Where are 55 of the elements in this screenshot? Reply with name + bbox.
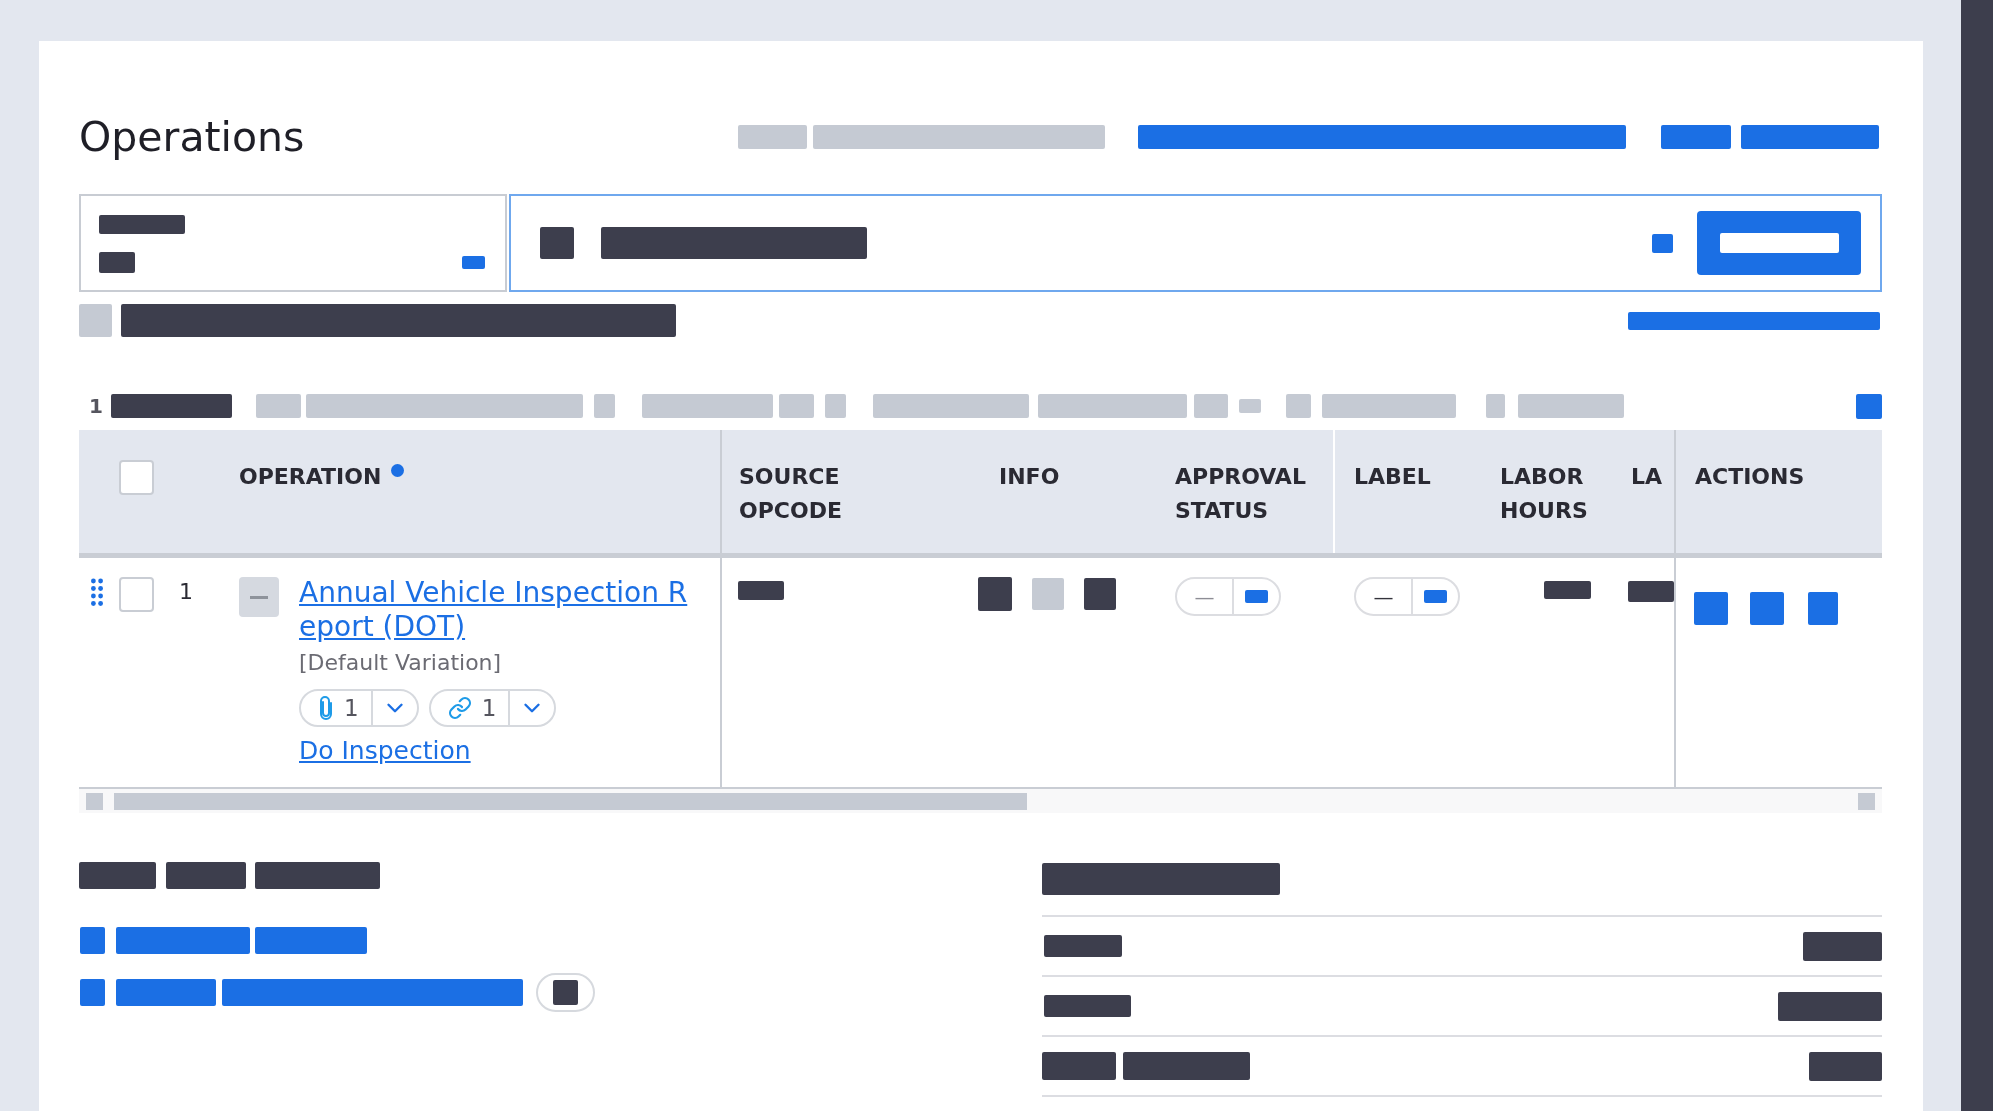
column-header: INFO	[999, 463, 1060, 491]
redacted-text	[738, 125, 807, 149]
redacted-text	[1285, 394, 1311, 418]
redacted-text	[1238, 399, 1261, 413]
minus-icon	[250, 595, 268, 599]
column-header: LABEL	[1354, 463, 1431, 491]
collapse-button[interactable]	[239, 577, 279, 617]
redacted-text	[978, 577, 1012, 611]
redacted-text	[593, 394, 615, 418]
redacted-text	[778, 394, 814, 418]
redacted-text	[540, 227, 574, 259]
row-number: 1	[179, 578, 193, 606]
column-header: OPERATION	[239, 463, 382, 491]
column-header: LA	[1631, 463, 1663, 491]
column-header: LABOR HOURS	[1500, 463, 1589, 525]
redacted-text	[1032, 578, 1064, 610]
redacted-text	[255, 394, 301, 418]
links-button[interactable]: 1	[430, 691, 511, 725]
status-value: —	[1177, 579, 1234, 614]
redacted-text	[99, 252, 135, 273]
record-count: 1	[89, 393, 103, 419]
scrollbar-track[interactable]	[79, 789, 1882, 813]
scroll-right-button[interactable]	[1858, 792, 1875, 810]
redacted-text	[738, 581, 784, 600]
column-header: APPROVAL STATUS	[1175, 463, 1307, 525]
search-field[interactable]	[509, 194, 1882, 292]
select-all-checkbox[interactable]	[119, 460, 154, 495]
redacted-text	[1485, 394, 1505, 418]
search-button[interactable]	[1697, 211, 1861, 275]
paperclip-icon	[318, 696, 334, 720]
redacted-text	[1084, 578, 1116, 610]
redacted-text	[1193, 394, 1228, 418]
redacted-text	[79, 304, 112, 337]
filter-field[interactable]	[79, 194, 507, 292]
chain-link-icon	[447, 696, 472, 720]
redacted-text	[824, 394, 846, 418]
redacted-text	[1544, 581, 1591, 599]
row-checkbox[interactable]	[119, 577, 154, 612]
attachments-button[interactable]: 1	[301, 691, 373, 725]
scroll-left-button[interactable]	[86, 792, 103, 810]
inspection-link[interactable]: Do Inspection	[299, 735, 471, 767]
operation-link[interactable]: Annual Vehicle Inspection Report (DOT)	[299, 576, 699, 644]
variation-label: [Default Variation]	[299, 649, 502, 677]
redacted-text	[553, 980, 578, 1005]
redacted-text	[1628, 581, 1674, 602]
redacted-link[interactable]	[1856, 393, 1882, 419]
scrollbar-thumb[interactable]	[114, 792, 1027, 810]
column-header: ACTIONS	[1695, 463, 1805, 491]
page-title: Operations	[79, 112, 305, 162]
status-value: —	[1356, 579, 1413, 614]
status-toggle[interactable]: —	[1354, 577, 1460, 616]
redacted-link[interactable]	[1628, 311, 1880, 330]
redacted-link[interactable]	[1652, 233, 1673, 253]
drag-handle-icon[interactable]	[91, 578, 103, 607]
column-header: SOURCE OPCODE	[739, 463, 843, 525]
